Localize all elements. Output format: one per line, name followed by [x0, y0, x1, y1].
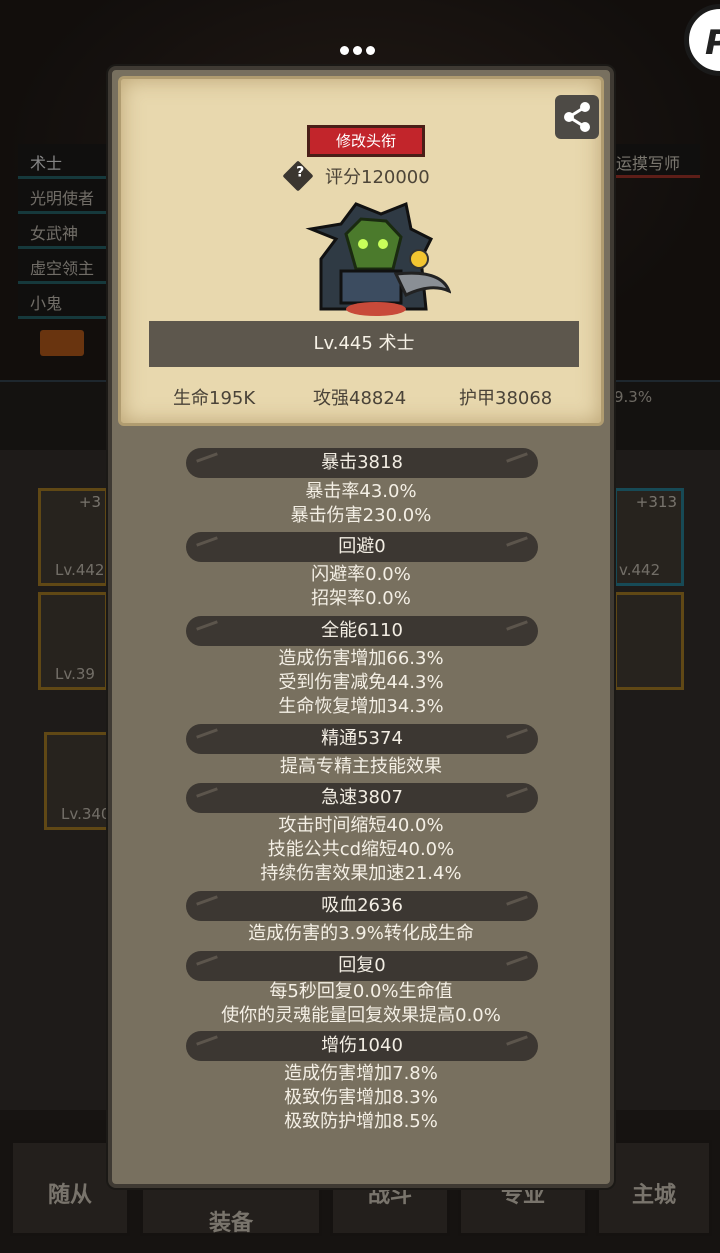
stat-line: 使你的灵魂能量回复效果提高0.0%: [221, 1005, 501, 1026]
stat-line: 生命恢复增加34.3%: [278, 696, 444, 717]
help-icon[interactable]: ?: [282, 160, 314, 192]
stat-line: 闪避率0.0%: [311, 564, 411, 585]
stat-line: 造成伤害的3.9%转化成生命: [248, 923, 474, 944]
stat-line: 造成伤害增加7.8%: [284, 1063, 438, 1084]
score-label: 评分120000: [325, 167, 430, 188]
share-icon: [564, 102, 590, 132]
stat-line: 每5秒回复0.0%生命值: [269, 981, 453, 1002]
stat-line: 技能公共cd缩短40.0%: [267, 839, 455, 860]
stat-line: 攻击时间缩短40.0%: [278, 815, 444, 836]
section-head-mastery: 精通5374: [186, 724, 538, 754]
more-menu-icon[interactable]: [338, 36, 377, 60]
section-head-damage-bonus: 增伤1040: [186, 1031, 538, 1061]
section-head-regen: 回复0: [186, 951, 538, 981]
stat-line: 受到伤害减免44.3%: [278, 672, 444, 693]
stat-line: 提高专精主技能效果: [280, 756, 442, 777]
stat-line: 造成伤害增加66.3%: [278, 648, 444, 669]
hero-card: 修改头衔 ? 评分120000 Lv.445 术士 生命195K 攻强48824…: [118, 76, 604, 426]
section-head-avoidance: 回避0: [186, 532, 538, 562]
stat-line: 极致伤害增加8.3%: [284, 1087, 438, 1108]
hero-portrait: [305, 201, 451, 316]
stat-line: 极致防护增加8.5%: [284, 1111, 438, 1132]
armor-stat: 护甲38068: [459, 388, 553, 409]
stat-line: 暴击率43.0%: [305, 481, 417, 502]
change-title-button[interactable]: 修改头衔: [307, 125, 425, 157]
share-button[interactable]: [555, 95, 599, 139]
stat-line: 暴击伤害230.0%: [290, 505, 432, 526]
hero-level-bar: Lv.445 术士: [149, 321, 579, 367]
section-head-versatility: 全能6110: [186, 616, 538, 646]
stat-line: 持续伤害效果加速21.4%: [260, 863, 462, 884]
attack-stat: 攻强48824: [313, 388, 407, 409]
hp-stat: 生命195K: [173, 388, 256, 409]
stat-line: 招架率0.0%: [311, 588, 411, 609]
section-head-crit: 暴击3818: [186, 448, 538, 478]
section-head-leech: 吸血2636: [186, 891, 538, 921]
section-head-haste: 急速3807: [186, 783, 538, 813]
attribute-panel: 修改头衔 ? 评分120000 Lv.445 术士 生命195K 攻强48824…: [108, 66, 614, 1188]
